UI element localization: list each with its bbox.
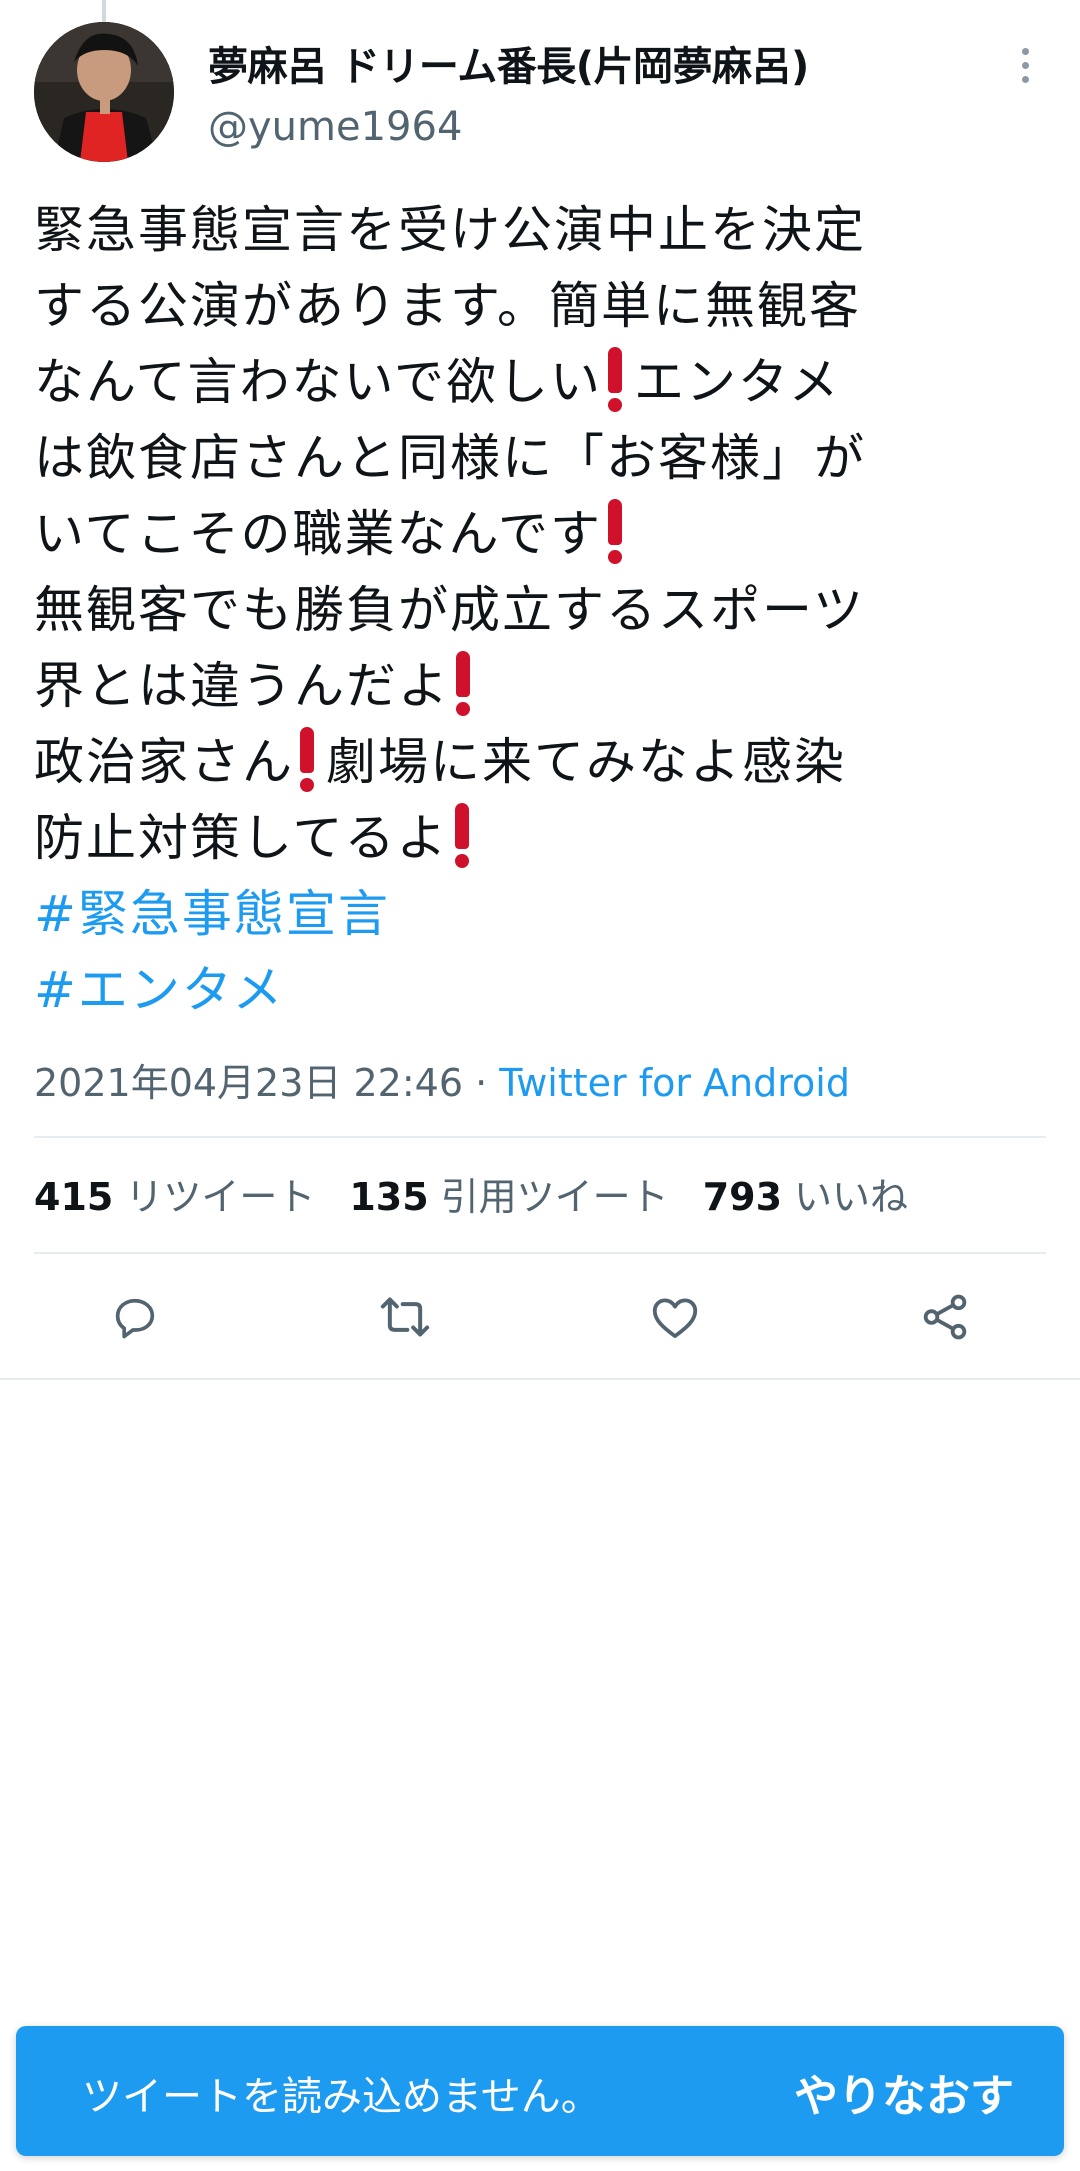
like-button[interactable] xyxy=(640,1282,710,1352)
tweet-text-line: する公演があります。簡単に無観客 xyxy=(34,277,861,335)
thread-connector-line xyxy=(102,0,106,22)
tweet-timestamp[interactable]: 2021年04月23日 22:46 xyxy=(34,1061,463,1105)
tweet-source-link[interactable]: Twitter for Android xyxy=(499,1061,850,1105)
divider xyxy=(34,1136,1046,1138)
tweet-action-bar xyxy=(0,1282,1080,1352)
likes-stat[interactable]: 793 いいね xyxy=(703,1166,908,1221)
tweet-metadata: 2021年04月23日 22:46 · Twitter for Android xyxy=(34,1052,850,1107)
author-display-name[interactable]: 夢麻呂 ドリーム番長(片岡夢麻呂) xyxy=(208,34,809,92)
retry-button[interactable]: やりなおす xyxy=(794,2060,1014,2124)
hashtag-link[interactable]: #緊急事態宣言 xyxy=(34,885,390,943)
toast-message: ツイートを読み込めません。 xyxy=(82,2074,601,2120)
exclamation-emoji-icon xyxy=(608,499,622,564)
retweet-icon xyxy=(380,1297,430,1337)
reply-icon xyxy=(115,1298,155,1339)
tweet-text-line: 無観客でも勝負が成立するスポーツ xyxy=(34,581,865,639)
more-options-button[interactable] xyxy=(1000,40,1050,90)
tweet-text-line: なんて言わないで欲しい エンタメ xyxy=(34,344,1054,420)
tweet-text-line: いてこその職業なんです xyxy=(34,496,1054,572)
tweet-text: 緊急事態宣言を受け公演中止を決定 する公演があります。簡単に無観客 なんて言わな… xyxy=(34,192,1054,1028)
meta-separator: · xyxy=(463,1061,500,1105)
retweets-stat[interactable]: 415 リツイート xyxy=(34,1166,315,1221)
exclamation-emoji-icon xyxy=(300,727,314,792)
tweet-text-line: 防止対策してるよ xyxy=(34,800,1054,876)
tweet-text-line: 政治家さん 劇場に来てみなよ感染 xyxy=(34,724,1054,800)
more-options-icon xyxy=(1021,47,1029,55)
quote-tweets-stat[interactable]: 135 引用ツイート xyxy=(349,1166,668,1221)
avatar[interactable] xyxy=(34,22,174,162)
like-icon xyxy=(652,1298,698,1339)
error-toast: ツイートを読み込めません。 やりなおす xyxy=(16,2026,1064,2156)
retweet-button[interactable] xyxy=(370,1282,440,1352)
tweet-text-line: 界とは違うんだよ xyxy=(34,648,1054,724)
exclamation-emoji-icon xyxy=(608,347,622,412)
hashtag-link[interactable]: #エンタメ xyxy=(34,961,284,1019)
avatar-photo xyxy=(34,22,174,162)
tweet-text-line: は飲食店さんと同様に「お客様」が xyxy=(34,429,866,487)
exclamation-emoji-icon xyxy=(454,803,469,868)
reply-button[interactable] xyxy=(100,1282,170,1352)
share-button[interactable] xyxy=(910,1282,980,1352)
tweet-text-line: 緊急事態宣言を受け公演中止を決定 xyxy=(34,201,866,259)
author-handle[interactable]: @yume1964 xyxy=(208,104,462,150)
hashtag-line: #エンタメ xyxy=(34,952,1054,1028)
divider xyxy=(34,1252,1046,1254)
divider xyxy=(0,1378,1080,1380)
exclamation-emoji-icon xyxy=(456,651,470,716)
engagement-stats: 415 リツイート 135 引用ツイート 793 いいね xyxy=(34,1166,908,1221)
hashtag-line: #緊急事態宣言 xyxy=(34,876,1054,952)
share-icon xyxy=(923,1294,967,1340)
